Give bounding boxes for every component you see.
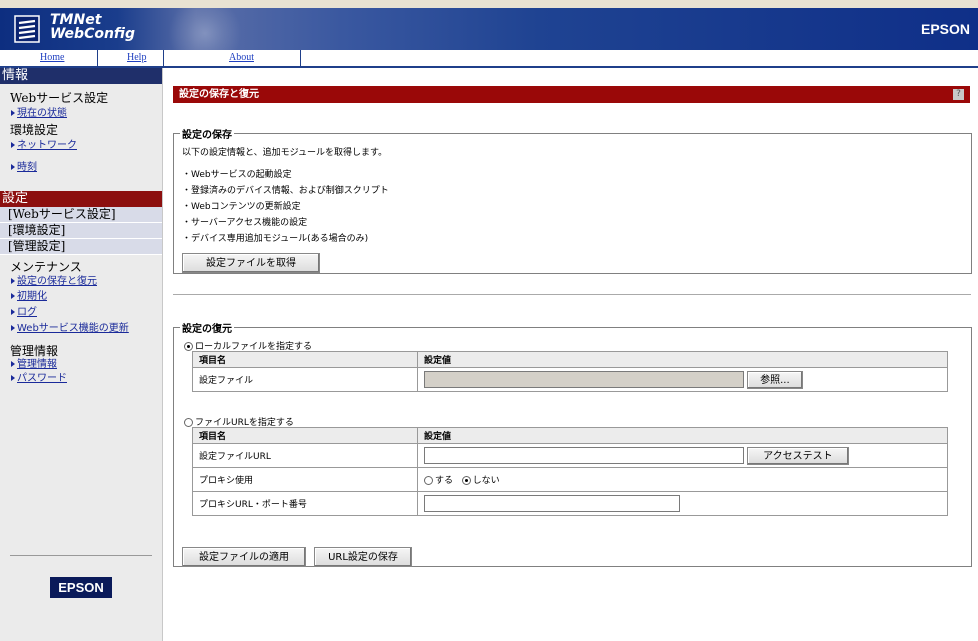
nav-home-link[interactable]: Home — [40, 52, 64, 63]
radio-file-url[interactable] — [184, 418, 193, 427]
brand-logo: EPSON — [920, 21, 970, 37]
table-cell: する しない — [417, 467, 948, 492]
sidebar-band-environment[interactable]: [環境設定] — [0, 223, 162, 239]
table-cell: 参照... — [417, 367, 948, 392]
arrow-right-icon — [11, 361, 15, 367]
app-title: TMNet WebConfig — [50, 13, 135, 41]
sidebar-link-update[interactable]: Webサービス機能の更新 — [0, 321, 162, 337]
sidebar-band-admin[interactable]: [管理設定] — [0, 239, 162, 255]
nav-divider — [97, 50, 98, 66]
help-icon[interactable]: ? — [953, 89, 964, 100]
sidebar-category-maintenance: メンテナンス — [10, 260, 82, 274]
settings-file-path-input[interactable] — [424, 371, 744, 388]
sidebar-link-log[interactable]: ログ — [0, 305, 162, 321]
arrow-right-icon — [11, 110, 15, 116]
sidebar-settings-heading: 設定 — [0, 191, 162, 207]
arrow-right-icon — [11, 325, 15, 331]
table-row: 設定ファイル 参照... — [192, 367, 948, 392]
restore-legend: 設定の復元 — [182, 324, 232, 335]
sidebar-link-network[interactable]: ネットワーク — [0, 138, 162, 154]
top-nav: Home Help About — [0, 50, 978, 68]
sidebar-band-webservice[interactable]: [Webサービス設定] — [0, 207, 162, 223]
arrow-right-icon — [11, 293, 15, 299]
arrow-right-icon — [11, 309, 15, 315]
table-cell: アクセステスト — [417, 443, 948, 468]
save-legend: 設定の保存 — [182, 130, 232, 141]
save-item: ・登録済みのデバイス情報、および制御スクリプト — [182, 186, 389, 196]
proxy-url-port-input[interactable] — [424, 495, 680, 512]
nav-divider — [163, 50, 164, 66]
proxy-no-option[interactable]: しない — [461, 476, 500, 486]
save-url-settings-button[interactable]: URL設定の保存 — [314, 547, 412, 567]
table-row: 設定ファイルURL アクセステスト — [192, 443, 948, 468]
table-row: プロキシURL・ポート番号 — [192, 491, 948, 516]
sidebar-brand-logo: EPSON — [50, 577, 112, 598]
section-divider — [173, 294, 971, 295]
settings-file-url-label: 設定ファイルURL — [192, 443, 418, 468]
top-strip — [0, 0, 978, 8]
sidebar-category-management: 管理情報 — [10, 344, 59, 358]
access-test-button[interactable]: アクセステスト — [746, 446, 849, 465]
sidebar-link-status[interactable]: 現在の状態 — [0, 106, 162, 122]
sidebar-link-save-restore[interactable]: 設定の保存と復元 — [0, 275, 162, 289]
settings-file-url-input[interactable] — [424, 447, 744, 464]
url-table: 項目名 設定値 設定ファイルURL アクセステスト プロキシ使用 する しない — [192, 427, 948, 516]
webconfig-logo-icon — [14, 15, 40, 43]
sidebar-category-webservice: Webサービス設定 — [10, 91, 109, 105]
save-item: ・Webサービスの起動設定 — [182, 170, 292, 180]
save-section: 設定の保存 以下の設定情報と、追加モジュールを取得します。 ・Webサービスの起… — [173, 126, 972, 274]
radio-proxy-no[interactable] — [461, 476, 471, 485]
sidebar-link-time[interactable]: 時刻 — [0, 160, 162, 176]
nav-help-link[interactable]: Help — [127, 52, 146, 63]
settings-file-label: 設定ファイル — [192, 367, 418, 392]
table-header-cell: 設定値 — [417, 351, 948, 368]
app-title-line1: TMNet — [50, 12, 102, 28]
local-file-table: 項目名 設定値 設定ファイル 参照... — [192, 351, 948, 392]
table-header-cell: 項目名 — [192, 351, 418, 368]
arrow-right-icon — [11, 375, 15, 381]
sidebar: 情報 Webサービス設定 現在の状態 環境設定 ネットワーク 時刻 設定 [We… — [0, 68, 163, 641]
banner-decoration — [150, 8, 260, 50]
arrow-right-icon — [11, 142, 15, 148]
restore-section: 設定の復元 ローカルファイルを指定する 項目名 設定値 設定ファイル 参照...… — [173, 320, 972, 567]
table-row: プロキシ使用 する しない — [192, 467, 948, 492]
sidebar-category-environment: 環境設定 — [10, 123, 59, 137]
page-title-bar: 設定の保存と復元 ? — [173, 86, 970, 103]
save-item: ・サーバーアクセス機能の設定 — [182, 218, 308, 228]
table-cell — [417, 491, 948, 516]
browse-button[interactable]: 参照... — [746, 370, 803, 389]
sidebar-link-mgmt-info[interactable]: 管理情報 — [0, 359, 162, 371]
apply-settings-file-button[interactable]: 設定ファイルの適用 — [182, 547, 306, 567]
sidebar-info-heading: 情報 — [0, 68, 162, 84]
nav-about-link[interactable]: About — [229, 52, 254, 63]
main-content: 設定の保存と復元 ? 設定の保存 以下の設定情報と、追加モジュールを取得します。… — [173, 68, 973, 641]
save-intro: 以下の設定情報と、追加モジュールを取得します。 — [182, 148, 388, 158]
proxy-yes-option[interactable]: する — [424, 476, 453, 486]
table-header-cell: 項目名 — [192, 427, 418, 444]
table-header-row: 項目名 設定値 — [192, 351, 948, 368]
save-item: ・Webコンテンツの更新設定 — [182, 202, 301, 212]
nav-divider — [300, 50, 301, 66]
app-title-line2: WebConfig — [50, 26, 135, 42]
page-title: 設定の保存と復元 — [179, 89, 259, 100]
save-item: ・デバイス専用追加モジュール(ある場合のみ) — [182, 234, 369, 244]
proxy-use-label: プロキシ使用 — [192, 467, 418, 492]
arrow-right-icon — [11, 164, 15, 170]
table-header-cell: 設定値 — [417, 427, 948, 444]
radio-proxy-yes[interactable] — [424, 476, 433, 485]
get-settings-file-button[interactable]: 設定ファイルを取得 — [182, 253, 320, 273]
arrow-right-icon — [11, 278, 15, 284]
header-banner: TMNet WebConfig EPSON — [0, 8, 978, 50]
radio-local-file[interactable] — [184, 342, 193, 351]
sidebar-link-initialize[interactable]: 初期化 — [0, 289, 162, 305]
sidebar-link-password[interactable]: パスワード — [0, 371, 162, 387]
sidebar-divider — [10, 555, 152, 556]
table-header-row: 項目名 設定値 — [192, 427, 948, 444]
proxy-url-port-label: プロキシURL・ポート番号 — [192, 491, 418, 516]
